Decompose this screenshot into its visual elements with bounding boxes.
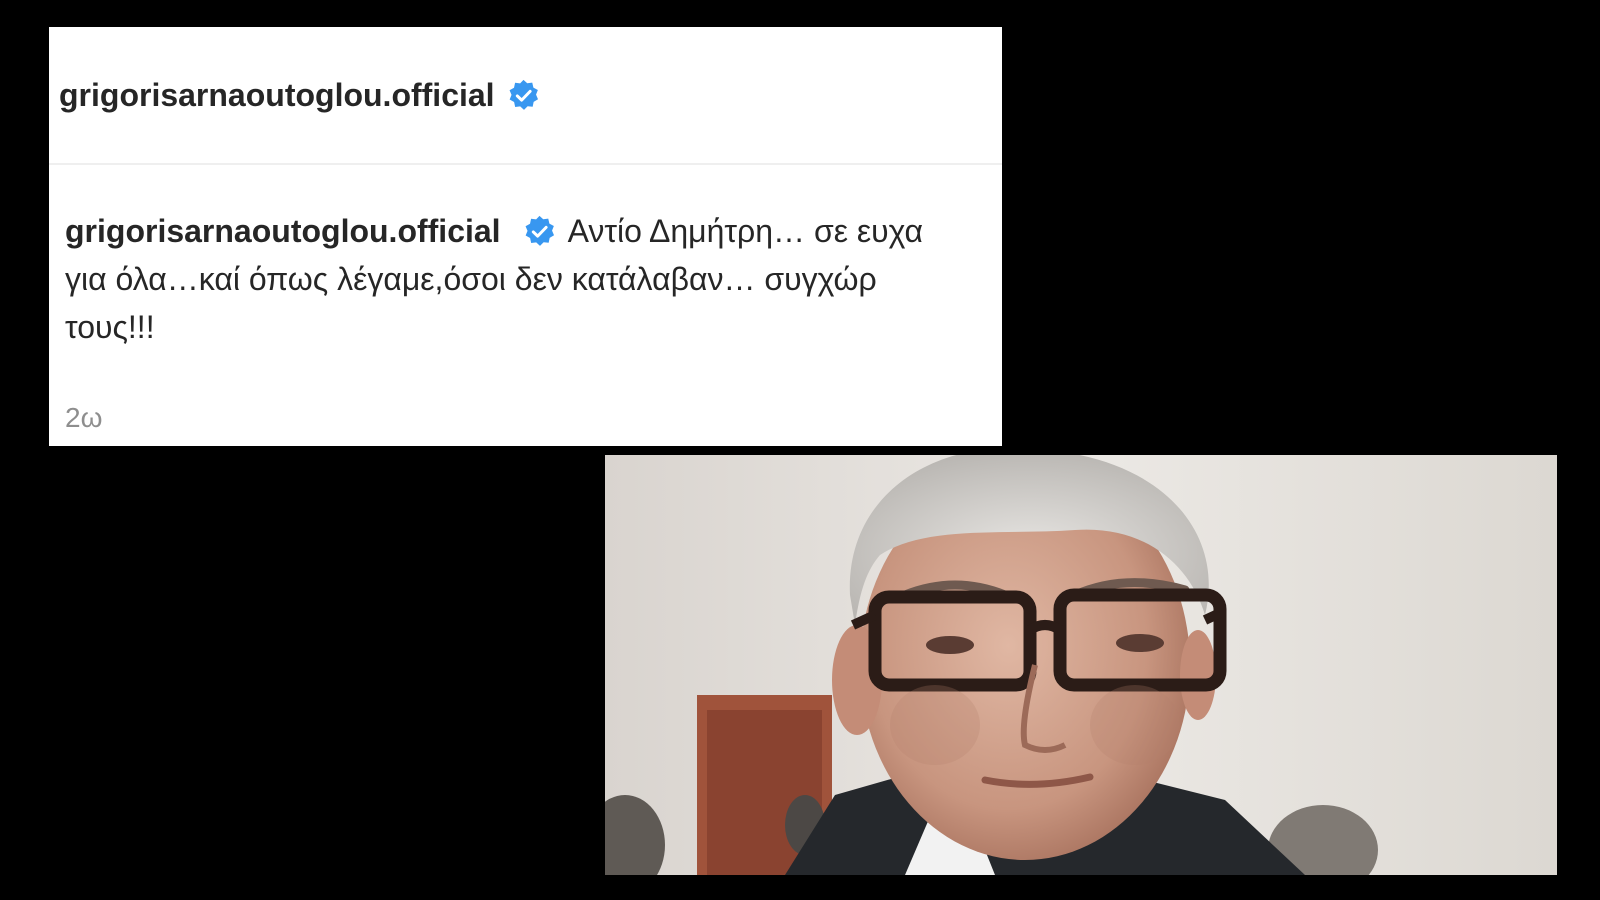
caption-line-1: grigorisarnaoutoglou.official Αντίο Δημή… xyxy=(65,207,1002,255)
caption-text-1: Αντίο Δημήτρη… σε ευχα xyxy=(567,213,924,249)
caption-text-2: για όλα…καί όπως λέγαμε,όσοι δεν κατάλαβ… xyxy=(65,261,877,297)
caption-text-3: τους!!! xyxy=(65,309,155,345)
verified-badge-icon xyxy=(525,215,554,246)
verified-badge-icon xyxy=(509,79,538,110)
portrait-photo xyxy=(605,455,1557,875)
instagram-post-card: grigorisarnaoutoglou.official grigorisar… xyxy=(49,27,1002,446)
post-caption: grigorisarnaoutoglou.official Αντίο Δημή… xyxy=(65,207,1002,351)
post-timestamp[interactable]: 2ω xyxy=(65,402,102,434)
caption-username[interactable]: grigorisarnaoutoglou.official xyxy=(65,207,501,255)
header-username[interactable]: grigorisarnaoutoglou.official xyxy=(59,77,495,114)
post-header: grigorisarnaoutoglou.official xyxy=(49,27,1002,165)
portrait-illustration xyxy=(605,455,1557,875)
